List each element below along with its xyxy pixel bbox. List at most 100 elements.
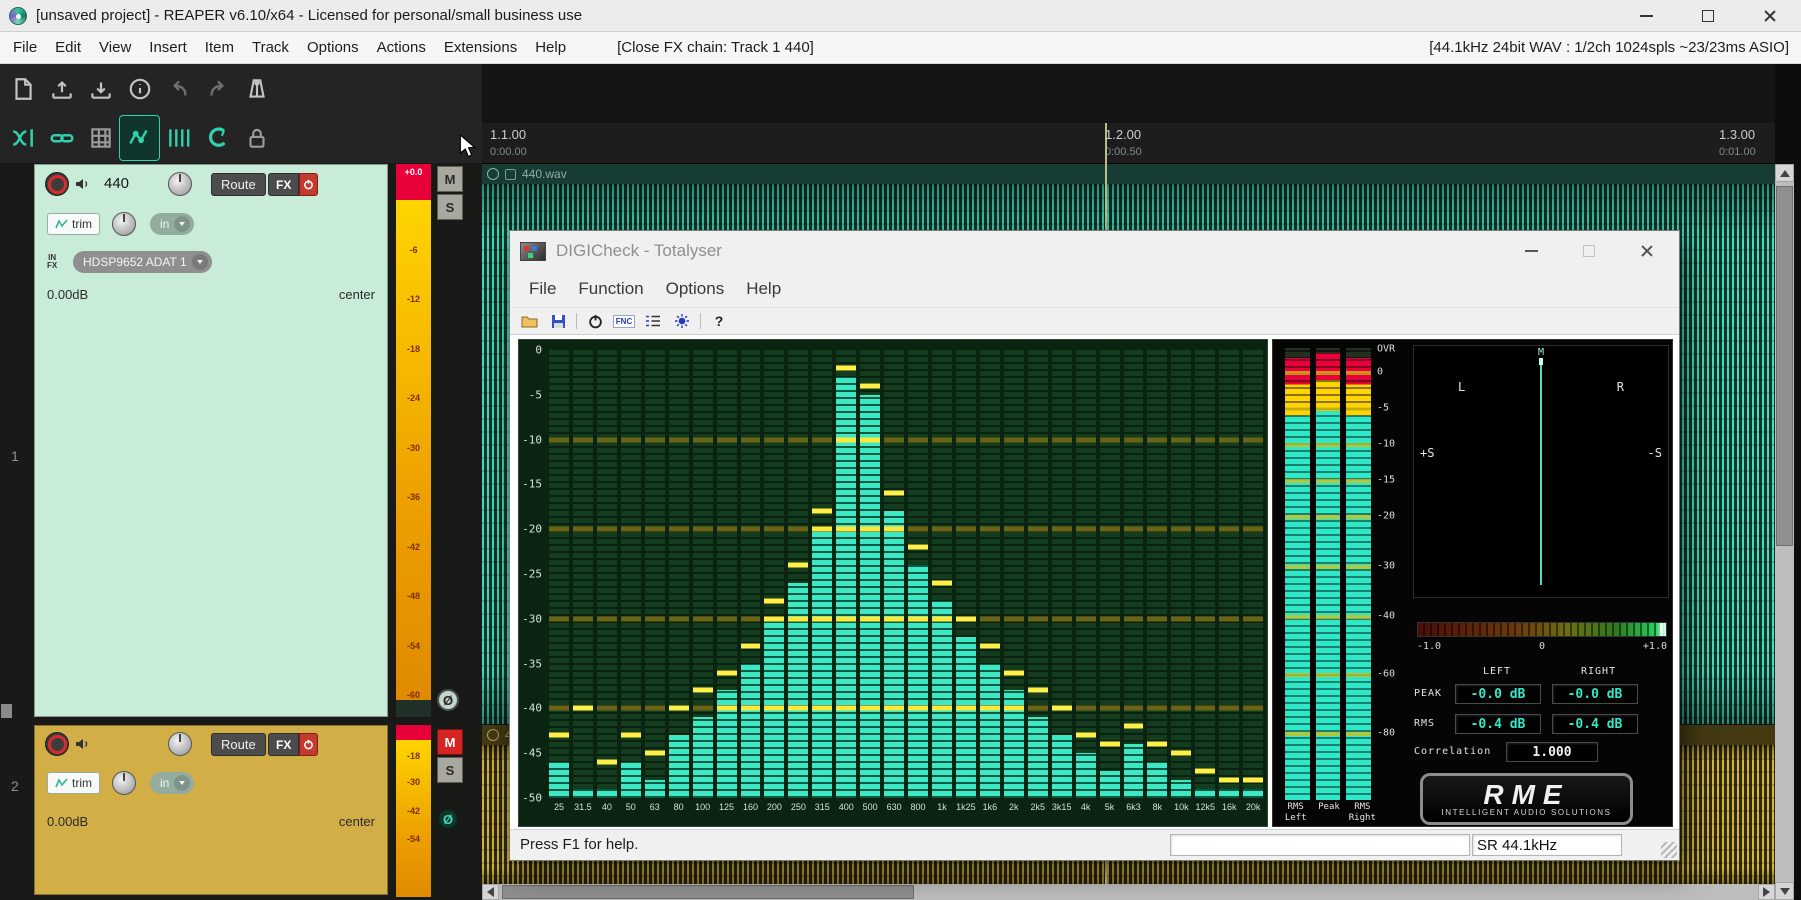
track2-mute-button[interactable]: M xyxy=(437,729,463,755)
menu-file[interactable]: File xyxy=(4,39,46,56)
metronome-button[interactable] xyxy=(237,67,276,111)
display-settings-button[interactable] xyxy=(671,311,693,331)
save-button[interactable] xyxy=(547,311,569,331)
track2-monitor-icon[interactable] xyxy=(74,736,90,752)
spectrum-band-40 xyxy=(596,350,617,798)
maximize-button[interactable] xyxy=(1677,0,1739,31)
track1-pan-readout[interactable]: center xyxy=(339,287,375,302)
track1-name[interactable]: 440 xyxy=(104,175,129,192)
track1-solo-button[interactable]: S xyxy=(437,194,463,220)
track2-phase-button[interactable]: Ø xyxy=(437,808,459,830)
undo-button[interactable] xyxy=(159,67,198,111)
digicheck-close-button[interactable] xyxy=(1635,231,1659,271)
digicheck-maximize-button[interactable] xyxy=(1577,231,1601,271)
snap-to-grid-button[interactable] xyxy=(159,116,198,160)
track2-clip-indicator[interactable] xyxy=(396,725,431,740)
menu-extensions[interactable]: Extensions xyxy=(435,39,526,56)
freq-tick: 125 xyxy=(719,802,735,812)
db-tick: -25 xyxy=(522,567,542,581)
open-button[interactable] xyxy=(518,311,540,331)
spectrum-band-3k15 xyxy=(1051,350,1072,798)
power-button[interactable] xyxy=(584,311,606,331)
menu-view[interactable]: View xyxy=(90,39,140,56)
track2-input-select[interactable]: in xyxy=(150,772,195,794)
track2-meter[interactable]: -18 -30 -42 -54 xyxy=(396,725,431,897)
fx-power-icon[interactable] xyxy=(299,733,319,756)
auto-crossfade-button[interactable] xyxy=(3,116,42,160)
track1-input-select[interactable]: in xyxy=(150,213,195,235)
track2-trim-envelope-button[interactable]: trim xyxy=(47,772,100,794)
track1-route-button[interactable]: Route xyxy=(211,173,266,196)
track1-clip-indicator[interactable]: +0.0 xyxy=(396,164,431,200)
locking-button[interactable] xyxy=(237,116,276,160)
save-project-button[interactable] xyxy=(81,67,120,111)
menu-help[interactable]: Help xyxy=(526,39,575,56)
fx-power-icon[interactable] xyxy=(299,173,319,196)
track2-volume-readout[interactable]: 0.00dB xyxy=(47,814,88,829)
menu-insert[interactable]: Insert xyxy=(140,39,196,56)
track2-pan-readout[interactable]: center xyxy=(339,814,375,829)
digicheck-minimize-button[interactable] xyxy=(1519,231,1543,271)
loop-points-button[interactable] xyxy=(198,116,237,160)
media-item-header[interactable]: 440.wav xyxy=(482,164,1775,184)
track1-trim-envelope-button[interactable]: trim xyxy=(47,213,100,235)
item-properties-icon[interactable] xyxy=(505,168,516,180)
track2-fx-button[interactable]: FX xyxy=(268,733,319,756)
track2-route-button[interactable]: Route xyxy=(211,733,266,756)
project-settings-button[interactable] xyxy=(120,67,159,111)
track1-panel[interactable]: 440 Route FX trim in IN FX HDSP9652 ADAT… xyxy=(34,164,388,717)
scroll-down-button[interactable] xyxy=(1775,882,1794,900)
item-grouping-button[interactable] xyxy=(42,116,81,160)
menu-edit[interactable]: Edit xyxy=(46,39,90,56)
redo-button[interactable] xyxy=(198,67,237,111)
digicheck-window[interactable]: DIGICheck - Totalyser File Function Option… xyxy=(509,230,1680,861)
track1-meter[interactable]: +0.0 -6 -12 -18 -24 -30 -36 -42 -48 -54 -60 xyxy=(396,164,431,717)
horizontal-scroll-thumb[interactable] xyxy=(502,885,914,899)
envelope-points-button[interactable] xyxy=(119,114,160,161)
fx-chain-note[interactable]: [Close FX chain: Track 1 440] xyxy=(617,39,814,56)
scroll-left-button[interactable] xyxy=(482,884,499,900)
ripple-edit-button[interactable] xyxy=(81,116,120,160)
track1-volume-knob[interactable] xyxy=(168,172,192,196)
minimize-button[interactable] xyxy=(1615,0,1677,31)
menu-track[interactable]: Track xyxy=(243,39,298,56)
timeline-ruler[interactable]: 1.1.00 0:00.00 1.2.00 0:00.50 1.3.00 0:01.00 xyxy=(482,123,1775,164)
digicheck-menu-function[interactable]: Function xyxy=(567,279,654,299)
function-button[interactable]: FNC xyxy=(612,311,636,331)
track1-mute-button[interactable]: M xyxy=(437,166,463,192)
vertical-scrollbar[interactable] xyxy=(1775,164,1794,900)
track2-volume-knob[interactable] xyxy=(168,732,192,756)
help-button[interactable]: ? xyxy=(708,311,730,331)
track2-panel[interactable]: Route FX trim in 0.00dB center xyxy=(34,725,388,895)
track1-input-fx-select[interactable]: HDSP9652 ADAT 1 xyxy=(73,251,212,273)
resize-grip[interactable] xyxy=(1661,842,1677,858)
track2-solo-button[interactable]: S xyxy=(437,757,463,783)
close-button[interactable] xyxy=(1739,0,1801,31)
digicheck-menu-file[interactable]: File xyxy=(518,279,567,299)
digicheck-menu-help[interactable]: Help xyxy=(735,279,792,299)
track2-record-arm-button[interactable] xyxy=(45,732,69,756)
peak-hold-mark xyxy=(1147,741,1168,747)
track1-record-arm-button[interactable] xyxy=(45,172,69,196)
horizontal-scrollbar[interactable] xyxy=(482,884,1775,900)
menu-item[interactable]: Item xyxy=(196,39,243,56)
digicheck-titlebar[interactable]: DIGICheck - Totalyser xyxy=(510,231,1679,271)
track1-volume-readout[interactable]: 0.00dB xyxy=(47,287,88,302)
menu-actions[interactable]: Actions xyxy=(368,39,435,56)
preset-list-button[interactable] xyxy=(642,311,664,331)
track1-pan-knob[interactable] xyxy=(112,212,136,236)
audio-engine-status[interactable]: [44.1kHz 24bit WAV : 1/2ch 1024spls ~23/… xyxy=(1429,39,1789,56)
docker-grip[interactable] xyxy=(1,704,12,718)
track1-fx-button[interactable]: FX xyxy=(268,173,319,196)
digicheck-content: 0 -5 -10 -15 -20 -25 -30 -35 -40 -45 -50 25 31.5 40 5… xyxy=(510,335,1679,831)
digicheck-menu-options[interactable]: Options xyxy=(655,279,736,299)
scroll-right-button[interactable] xyxy=(1758,884,1775,900)
menu-options[interactable]: Options xyxy=(298,39,368,56)
scroll-up-button[interactable] xyxy=(1775,164,1794,182)
track2-pan-knob[interactable] xyxy=(112,771,136,795)
vertical-scroll-thumb[interactable] xyxy=(1776,186,1793,546)
track1-monitor-icon[interactable] xyxy=(74,176,90,192)
new-project-button[interactable] xyxy=(3,67,42,111)
track1-phase-button[interactable]: Ø xyxy=(437,689,459,711)
open-project-button[interactable] xyxy=(42,67,81,111)
